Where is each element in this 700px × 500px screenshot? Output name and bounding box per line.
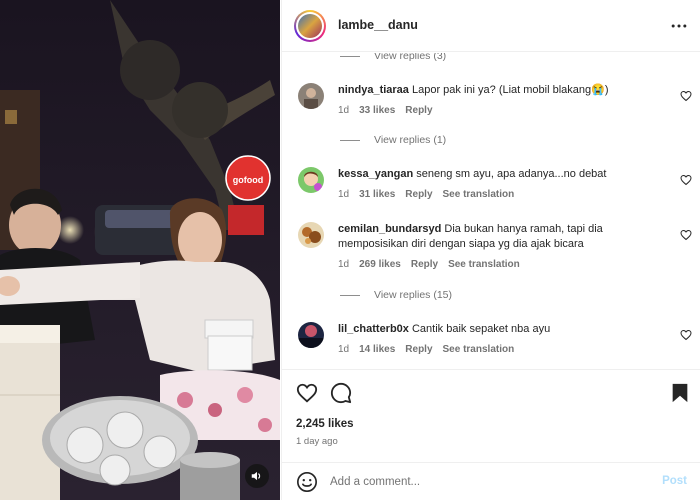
- post-video[interactable]: gofood: [0, 0, 280, 500]
- author-username[interactable]: lambe__danu: [338, 18, 418, 32]
- comment-bubble-icon[interactable]: [330, 382, 352, 404]
- emoji-icon[interactable]: [296, 471, 318, 493]
- see-translation-button[interactable]: See translation: [443, 189, 515, 200]
- comment-meta: 1d 33 likes Reply: [338, 105, 433, 116]
- more-options-button[interactable]: [669, 16, 689, 36]
- heart-icon[interactable]: [680, 329, 692, 341]
- mute-button[interactable]: [245, 464, 269, 488]
- comment-meta: 1d 14 likes Reply See translation: [338, 344, 514, 355]
- post-comment-button[interactable]: Post: [662, 475, 687, 487]
- speaker-icon: [251, 471, 261, 481]
- post-header: lambe__danu: [282, 0, 700, 52]
- comment-input[interactable]: [330, 469, 650, 495]
- comment-meta: 1d 31 likes Reply See translation: [338, 189, 514, 200]
- post-details-panel: lambe__danu View replies (3) nindya_tiar…: [281, 0, 700, 500]
- post-timestamp[interactable]: 1 day ago: [296, 436, 338, 447]
- comment-likes[interactable]: 14 likes: [359, 344, 395, 355]
- commenter-username[interactable]: kessa_yangan: [338, 168, 413, 180]
- heart-icon[interactable]: [680, 229, 692, 241]
- comment-time[interactable]: 1d: [338, 259, 349, 270]
- more-horizontal-icon: [671, 24, 687, 28]
- post-actions: 2,245 likes 1 day ago: [282, 369, 700, 462]
- comment-time[interactable]: 1d: [338, 344, 349, 355]
- comment-likes[interactable]: 31 likes: [359, 189, 395, 200]
- reply-button[interactable]: Reply: [411, 259, 438, 270]
- view-replies-link[interactable]: View replies (15): [340, 289, 452, 301]
- commenter-username[interactable]: cemilan_bundarsyd: [338, 223, 441, 235]
- comment-meta: 1d 269 likes Reply See translation: [338, 259, 520, 270]
- heart-icon[interactable]: [680, 90, 692, 102]
- comment-time[interactable]: 1d: [338, 105, 349, 116]
- reply-button[interactable]: Reply: [405, 344, 432, 355]
- like-heart-icon[interactable]: [296, 382, 318, 404]
- video-frame: gofood: [0, 0, 280, 500]
- heart-icon[interactable]: [680, 174, 692, 186]
- comment-text: kessa_yangan seneng sm ayu, apa adanya..…: [338, 168, 607, 180]
- add-comment-bar: Post: [282, 462, 700, 500]
- reply-button[interactable]: Reply: [405, 189, 432, 200]
- comment-text: lil_chatterb0x Cantik baik sepaket nba a…: [338, 323, 551, 335]
- commenter-username[interactable]: lil_chatterb0x: [338, 323, 409, 335]
- author-avatar[interactable]: [294, 10, 326, 42]
- reply-button[interactable]: Reply: [405, 105, 432, 116]
- view-replies-link[interactable]: View replies (3): [340, 53, 446, 62]
- comment-time[interactable]: 1d: [338, 189, 349, 200]
- comment-text: cemilan_bundarsyd Dia bukan hanya ramah,…: [338, 223, 603, 250]
- commenter-avatar[interactable]: [298, 322, 324, 348]
- commenter-avatar[interactable]: [298, 222, 324, 248]
- comments-list[interactable]: View replies (3) nindya_tiaraa Lapor pak…: [282, 53, 700, 369]
- comment-likes[interactable]: 33 likes: [359, 105, 395, 116]
- comment-likes[interactable]: 269 likes: [359, 259, 401, 270]
- commenter-avatar[interactable]: [298, 167, 324, 193]
- see-translation-button[interactable]: See translation: [448, 259, 520, 270]
- see-translation-button[interactable]: See translation: [443, 344, 515, 355]
- commenter-avatar[interactable]: [298, 83, 324, 109]
- bookmark-icon[interactable]: [669, 382, 691, 404]
- likes-count[interactable]: 2,245 likes: [296, 418, 354, 430]
- view-replies-link[interactable]: View replies (1): [340, 134, 446, 146]
- commenter-username[interactable]: nindya_tiaraa: [338, 84, 409, 96]
- comment-text: nindya_tiaraa Lapor pak ini ya? (Liat mo…: [338, 84, 609, 96]
- gofood-sign-text: gofood: [233, 175, 264, 185]
